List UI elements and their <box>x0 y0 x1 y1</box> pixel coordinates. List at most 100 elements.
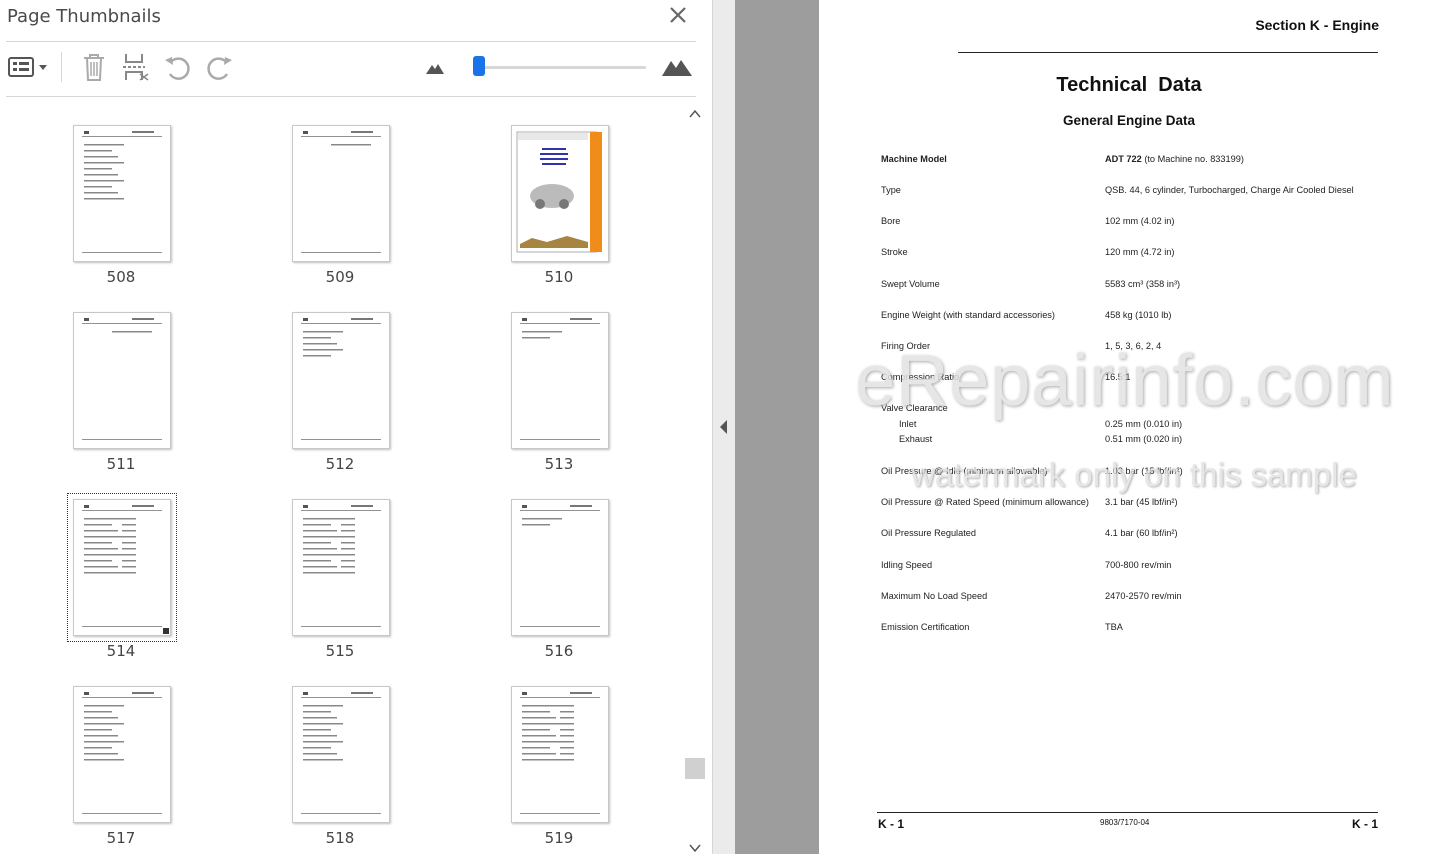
collapse-arrow-icon <box>720 420 727 434</box>
page-preview <box>301 692 381 814</box>
footer-rule <box>877 812 1378 813</box>
data-row-value: 458 kg (1010 lb) <box>1105 310 1171 320</box>
value-main: TBA <box>1105 622 1123 632</box>
rotate-clockwise-button[interactable] <box>203 50 235 84</box>
page-thumbnail[interactable] <box>67 493 177 642</box>
large-mountain-icon <box>662 60 692 76</box>
slider-handle[interactable] <box>473 56 486 76</box>
cover-page-preview <box>516 131 602 253</box>
close-icon <box>670 7 686 23</box>
trash-icon <box>84 54 104 81</box>
section-heading: Section K - Engine <box>1255 17 1379 33</box>
data-row-label: Swept Volume <box>881 279 940 289</box>
thumbnail-grid: 508 509 510 511 512 513 514 515 516 517 518 519 <box>0 97 684 854</box>
data-row-value: 102 mm (4.02 in) <box>1105 216 1174 226</box>
value-main: 102 mm (4.02 in) <box>1105 216 1175 226</box>
data-row-label: Oil Pressure @ Rated Speed (minimum allo… <box>881 497 1089 507</box>
page-preview <box>520 692 600 814</box>
page-preview <box>520 505 600 627</box>
thumbnail-page-number: 511 <box>106 455 136 473</box>
close-panel-button[interactable] <box>667 4 689 26</box>
data-row-label: Emission Certification <box>881 622 970 632</box>
thumbnail-options-button[interactable] <box>6 50 50 84</box>
data-row-label: Type <box>881 185 901 195</box>
data-row-label: Idling Speed <box>881 560 933 570</box>
page-thumbnail[interactable] <box>511 312 609 449</box>
value-main: 0.51 mm (0.020 in) <box>1105 434 1183 444</box>
rotate-counterclockwise-button[interactable] <box>162 50 194 84</box>
page-preview <box>520 318 600 440</box>
extract-pages-icon <box>123 54 149 81</box>
page-title: Technical Data <box>1056 74 1202 96</box>
rotate-ccw-icon <box>165 57 190 80</box>
value-main: 4.1 bar (60 lbf/in²) <box>1105 528 1178 538</box>
footer-page-left: K - 1 <box>878 817 905 831</box>
vertical-scrollbar[interactable] <box>685 97 705 854</box>
data-row-value: 700-800 rev/min <box>1105 560 1171 570</box>
data-row-value: 120 mm (4.72 in) <box>1105 247 1174 257</box>
value-main: 3.1 bar (45 lbf/in²) <box>1105 497 1178 507</box>
thumbnail-page-number: 515 <box>325 642 355 660</box>
thumbnail-page-number: 517 <box>106 829 136 847</box>
page-preview <box>82 505 169 634</box>
data-row-value: 0.51 mm (0.020 in) <box>1105 434 1182 444</box>
page-thumbnails-panel: Page Thumbnails 508 509 510 511 512 513 … <box>0 0 713 854</box>
data-row-label: Engine Weight (with standard accessories… <box>881 310 1055 320</box>
page-thumbnail[interactable] <box>73 125 171 262</box>
thumbnail-page-number: 513 <box>544 455 574 473</box>
page-thumbnail[interactable] <box>292 686 390 823</box>
page-preview <box>301 131 381 253</box>
panel-splitter[interactable] <box>713 0 735 854</box>
data-row-value: 3.1 bar (45 lbf/in²) <box>1105 497 1178 507</box>
extract-pages-button[interactable] <box>120 50 150 84</box>
divider <box>6 41 696 42</box>
thumbnail-page-number: 509 <box>325 268 355 286</box>
value-main: 458 kg (1010 lb) <box>1105 310 1172 320</box>
page-thumbnail[interactable] <box>73 312 171 449</box>
document-background <box>735 0 819 854</box>
page-preview <box>301 318 381 440</box>
data-row-label: Bore <box>881 216 901 226</box>
data-row-value: 5583 cm³ (358 in³) <box>1105 279 1180 289</box>
data-row-label: Machine Model <box>881 154 947 164</box>
rotate-cw-icon <box>207 57 232 80</box>
page-thumbnail[interactable] <box>511 686 609 823</box>
thumbnail-options-icon <box>8 57 47 77</box>
watermark-site: eRepairinfo.com <box>855 341 1395 421</box>
page-thumbnail[interactable] <box>292 125 390 262</box>
data-row-label: Maximum No Load Speed <box>881 591 988 601</box>
thumbnail-page-number: 519 <box>544 829 574 847</box>
thumbnail-page-number: 508 <box>106 268 136 286</box>
value-main: 120 mm (4.72 in) <box>1105 247 1175 257</box>
page-thumbnail[interactable] <box>292 499 390 636</box>
thumbnail-page-number: 510 <box>544 268 574 286</box>
thumbnail-page-number: 512 <box>325 455 355 473</box>
scrollbar-graphics <box>685 109 705 853</box>
page-thumbnail[interactable] <box>73 686 171 823</box>
thumbnail-size-slider[interactable] <box>476 66 646 69</box>
value-main: ADT 722 <box>1105 154 1142 164</box>
header-rule <box>958 52 1378 53</box>
footer-page-right: K - 1 <box>1351 817 1378 831</box>
data-row-value: QSB. 44, 6 cylinder, Turbocharged, Charg… <box>1105 185 1354 195</box>
zoom-out-button[interactable] <box>424 50 446 84</box>
data-row-label: Exhaust <box>899 434 933 444</box>
small-mountain-icon <box>426 64 444 74</box>
page-thumbnail[interactable] <box>511 125 609 262</box>
value-main: 5583 cm³ (358 in³) <box>1105 279 1181 289</box>
panel-title: Page Thumbnails <box>7 6 161 27</box>
watermark-note: watermark only on this sample <box>911 456 1357 493</box>
value-suffix: (to Machine no. 833199) <box>1141 154 1244 164</box>
zoom-in-button[interactable] <box>660 50 694 84</box>
page-thumbnail[interactable] <box>292 312 390 449</box>
value-main: QSB. 44, 6 cylinder, Turbocharged, Charg… <box>1105 185 1354 195</box>
data-row-value: TBA <box>1105 622 1123 632</box>
toolbar-separator <box>61 52 62 82</box>
thumbnail-page-number: 516 <box>544 642 574 660</box>
thumbnail-page-number: 514 <box>106 642 136 660</box>
value-main: 2470-2570 rev/min <box>1105 591 1182 601</box>
delete-pages-button[interactable] <box>80 50 108 84</box>
page-preview <box>301 505 381 627</box>
page-thumbnail[interactable] <box>511 499 609 636</box>
data-row-value: 2470-2570 rev/min <box>1105 591 1182 601</box>
